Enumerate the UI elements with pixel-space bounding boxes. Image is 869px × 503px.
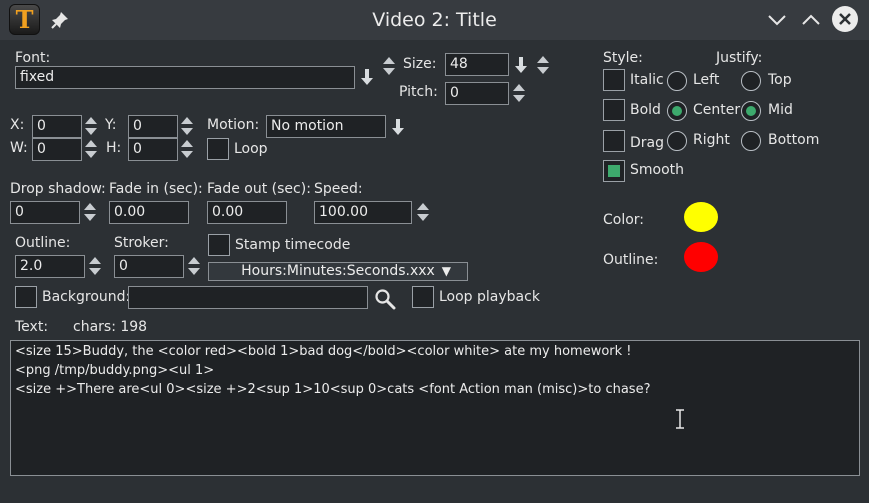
close-button[interactable] [832,6,858,32]
color-label: Color: [603,212,645,228]
stroker-label: Stroker: [114,235,169,251]
h-spin-icon[interactable] [180,138,194,160]
speed-spin-icon[interactable] [416,201,430,223]
justify-label: Justify: [716,50,763,66]
text-cursor-icon [676,409,684,429]
drop-shadow-spin-icon[interactable] [83,201,97,223]
arrow-down-icon[interactable] [391,118,405,138]
justify-mid-radio[interactable] [741,101,761,121]
justify-mid-label: Mid [768,102,793,118]
loop-label: Loop [234,141,268,157]
justify-bottom-label: Bottom [768,132,820,148]
justify-top-label: Top [768,72,792,88]
speed-label: Speed: [314,181,363,197]
dropdown-arrow-icon: ▼ [441,264,451,278]
loop-playback-checkbox[interactable] [412,286,434,308]
x-label: X: [10,117,25,133]
drop-shadow-label: Drop shadow: [10,181,106,197]
x-field[interactable]: 0 [32,115,82,138]
bold-checkbox[interactable] [603,99,625,121]
smooth-checkbox[interactable] [603,160,625,182]
outline-label: Outline: [15,235,71,251]
outline-color-label: Outline: [603,252,659,268]
stamp-timecode-label: Stamp timecode [235,237,351,253]
drag-label: Drag [630,135,665,151]
stroker-spin-icon[interactable] [187,255,201,277]
search-icon[interactable] [374,288,396,310]
fade-in-label: Fade in (sec): [109,181,203,197]
justify-top-radio[interactable] [741,71,761,91]
chars-count: chars: 198 [73,319,148,335]
justify-right-radio[interactable] [667,131,687,151]
outline-field[interactable]: 2.0 [15,255,85,278]
fade-in-field[interactable]: 0.00 [109,201,189,224]
chevron-up-icon[interactable] [799,8,823,32]
w-spin-icon[interactable] [84,138,98,160]
stroker-field[interactable]: 0 [114,255,184,278]
timecode-format-value: Hours:Minutes:Seconds.xxx [241,263,435,279]
chevron-down-icon[interactable] [765,8,789,32]
outline-color-swatch[interactable] [684,242,718,272]
y-field[interactable]: 0 [128,115,178,138]
font-spin-icon[interactable] [382,55,396,77]
style-label: Style: [603,50,643,66]
justify-center-label: Center [693,102,741,118]
justify-bottom-radio[interactable] [741,131,761,151]
timecode-format-dropdown[interactable]: Hours:Minutes:Seconds.xxx ▼ [208,262,468,281]
w-label: W: [10,140,28,156]
size-spin-icon[interactable] [536,54,550,76]
w-field[interactable]: 0 [32,138,82,161]
drop-shadow-field[interactable]: 0 [10,201,80,224]
arrow-down-icon[interactable] [360,68,374,88]
smooth-label: Smooth [630,162,685,178]
fade-out-label: Fade out (sec): [207,181,311,197]
stamp-timecode-checkbox[interactable] [208,234,230,256]
justify-center-radio[interactable] [667,101,687,121]
italic-label: Italic [630,72,664,88]
italic-checkbox[interactable] [603,69,625,91]
close-icon [839,13,851,25]
outline-spin-icon[interactable] [88,255,102,277]
text-line: <size 15>Buddy, the <color red><bold 1>b… [15,344,632,359]
background-field[interactable] [128,286,368,309]
drag-checkbox[interactable] [603,130,625,152]
title-bar: T Video 2: Title [0,0,869,40]
y-label: Y: [105,117,117,133]
h-label: H: [106,140,122,156]
text-line: <size +>There are<ul 0><size +>2<sup 1>1… [15,382,651,397]
y-spin-icon[interactable] [180,115,194,137]
window-title: Video 2: Title [372,9,497,31]
size-label: Size: [403,56,437,72]
background-label: Background: [42,289,131,305]
x-spin-icon[interactable] [84,115,98,137]
font-field[interactable]: fixed [15,66,355,89]
pitch-spin-icon[interactable] [512,82,526,104]
font-label: Font: [15,50,51,66]
justify-left-label: Left [693,72,720,88]
h-field[interactable]: 0 [128,138,178,161]
title-text-area[interactable]: <size 15>Buddy, the <color red><bold 1>b… [10,340,860,476]
justify-right-label: Right [693,132,730,148]
text-line: <png /tmp/buddy.png><ul 1> [15,363,215,378]
color-swatch[interactable] [684,202,718,232]
motion-label: Motion: [207,117,260,133]
fade-out-field[interactable]: 0.00 [207,201,287,224]
title-editor-panel: Font: fixed Size: 48 Pitch: 0 X: 0 Y: 0 … [2,40,867,501]
arrow-down-icon[interactable] [514,56,528,76]
background-checkbox[interactable] [15,286,37,308]
pitch-label: Pitch: [399,84,438,100]
loop-checkbox[interactable] [207,138,229,160]
size-field[interactable]: 48 [445,53,509,76]
bold-label: Bold [630,102,661,118]
text-label: Text: [15,319,49,335]
speed-field[interactable]: 100.00 [314,201,412,224]
loop-playback-label: Loop playback [439,289,540,305]
justify-left-radio[interactable] [667,71,687,91]
pitch-field[interactable]: 0 [445,82,509,105]
motion-field[interactable]: No motion [266,115,386,138]
